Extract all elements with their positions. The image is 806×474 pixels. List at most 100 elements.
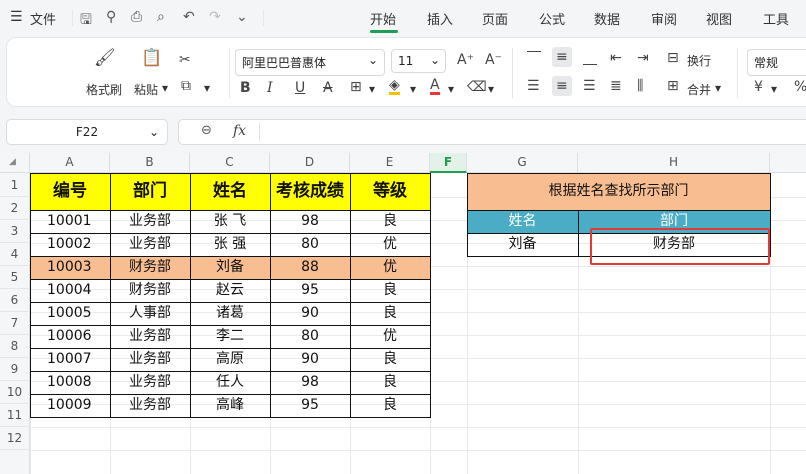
table-cell[interactable]: 良	[350, 210, 430, 233]
table-cell[interactable]: 财务部	[110, 279, 190, 302]
redo-icon[interactable]: ↷	[209, 9, 221, 25]
table-cell[interactable]: 业务部	[110, 348, 190, 371]
table-cell[interactable]: 优	[350, 233, 430, 256]
table-cell[interactable]: 95	[270, 394, 350, 417]
paste-dropdown-icon[interactable]: ▾	[162, 81, 168, 95]
table-cell[interactable]: 88	[270, 256, 350, 279]
wrap-text-icon[interactable]: ⊟	[667, 50, 679, 66]
table-cell[interactable]: 张 强	[190, 233, 270, 256]
align-top-icon[interactable]: ⎺	[527, 50, 541, 66]
column-header-E[interactable]: E	[350, 153, 430, 173]
table-cell[interactable]: 高原	[190, 348, 270, 371]
fill-color-icon[interactable]: ◈	[389, 78, 400, 95]
justify-icon[interactable]: ≣	[610, 78, 622, 94]
clear-dropdown-icon[interactable]: ▾	[488, 82, 494, 96]
table-cell[interactable]: 业务部	[110, 394, 190, 417]
column-header-F[interactable]: F	[430, 153, 467, 173]
table-cell[interactable]: 财务部	[110, 256, 190, 279]
align-left-icon[interactable]: ☰	[527, 78, 540, 94]
number-format-select[interactable]: 常规	[747, 49, 806, 76]
table-cell[interactable]: 优	[350, 256, 430, 279]
row-header-3[interactable]: 3	[0, 220, 30, 243]
border-dropdown-icon[interactable]: ▾	[369, 82, 375, 96]
merge-button[interactable]: 合并	[687, 81, 711, 98]
font-color-dropdown-icon[interactable]: ▾	[448, 82, 454, 96]
italic-icon[interactable]: I	[267, 80, 273, 96]
row-header-12[interactable]: 12	[0, 427, 30, 450]
column-header-B[interactable]: B	[110, 153, 190, 173]
table-cell[interactable]: 业务部	[110, 233, 190, 256]
paste-icon[interactable]: 📋	[141, 48, 162, 68]
table-cell[interactable]: 良	[350, 348, 430, 371]
copy-dropdown-icon[interactable]: ▾	[204, 81, 210, 95]
font-name-select[interactable]: 阿里巴巴普惠体 ⌄	[235, 49, 385, 76]
zoom-icon[interactable]: ⊖	[201, 123, 212, 138]
table-cell[interactable]: 赵云	[190, 279, 270, 302]
name-box[interactable]: F22 ⌄	[6, 119, 168, 145]
tab-data[interactable]: 数据	[594, 9, 620, 28]
quick-access-dropdown-icon[interactable]: ⌄	[236, 9, 248, 25]
table-cell[interactable]: 95	[270, 279, 350, 302]
clear-format-icon[interactable]: ⌫	[467, 79, 487, 95]
row-header-9[interactable]: 9	[0, 358, 30, 381]
wrap-text-button[interactable]: 换行	[687, 52, 711, 69]
undo-icon[interactable]: ↶	[183, 9, 195, 25]
table-cell[interactable]: 90	[270, 302, 350, 325]
border-icon[interactable]: ⊞	[350, 79, 362, 95]
cut-icon[interactable]: ✂	[179, 52, 191, 68]
table-cell[interactable]: 98	[270, 371, 350, 394]
table-cell[interactable]: 李二	[190, 325, 270, 348]
table-cell[interactable]: 高峰	[190, 394, 270, 417]
table-cell[interactable]: 业务部	[110, 210, 190, 233]
column-header-H[interactable]: H	[578, 153, 770, 173]
row-header-4[interactable]: 4	[0, 243, 30, 266]
tab-review[interactable]: 审阅	[651, 9, 677, 28]
table-cell[interactable]: 人事部	[110, 302, 190, 325]
percent-button[interactable]: %	[794, 79, 806, 95]
underline-icon[interactable]: U	[295, 80, 305, 96]
table-cell[interactable]: 10008	[30, 371, 110, 394]
table-cell[interactable]: 10007	[30, 348, 110, 371]
row-header-1[interactable]: 1	[0, 173, 30, 197]
row-header-8[interactable]: 8	[0, 335, 30, 358]
format-painter-button[interactable]: 格式刷	[86, 81, 122, 98]
merge-icon[interactable]: ⊞	[667, 78, 679, 94]
table-cell[interactable]: 诸葛	[190, 302, 270, 325]
spreadsheet-grid[interactable]: ◢ A B C D E F G H 1 2 3 4 5 6 7 8 9 10 11 12 编号 部门 姓名 考核成绩 等级 100…	[0, 153, 806, 474]
table-cell[interactable]: 80	[270, 233, 350, 256]
table-cell[interactable]: 80	[270, 325, 350, 348]
lookup-header-name[interactable]: 姓名	[467, 210, 578, 233]
font-size-select[interactable]: 11 ⌄	[391, 49, 446, 73]
fill-dropdown-icon[interactable]: ▾	[410, 82, 416, 96]
table-cell[interactable]: 10002	[30, 233, 110, 256]
row-header-10[interactable]: 10	[0, 381, 30, 404]
row-header-11[interactable]: 11	[0, 404, 30, 427]
column-header-G[interactable]: G	[467, 153, 578, 173]
strikethrough-icon[interactable]: A	[323, 80, 333, 96]
row-header-5[interactable]: 5	[0, 266, 30, 289]
select-all-corner[interactable]: ◢	[0, 153, 30, 173]
table-cell[interactable]: 良	[350, 394, 430, 417]
share-icon[interactable]: ⚲	[106, 9, 116, 25]
row-header-2[interactable]: 2	[0, 197, 30, 220]
column-header-C[interactable]: C	[190, 153, 270, 173]
menu-file[interactable]: 文件	[30, 9, 56, 28]
save-icon[interactable]: 🖫	[80, 9, 92, 33]
row-header-6[interactable]: 6	[0, 289, 30, 312]
tab-page[interactable]: 页面	[482, 9, 508, 28]
merge-dropdown-icon[interactable]: ▾	[715, 81, 721, 95]
copy-icon[interactable]: ⧉	[181, 78, 191, 94]
formula-input[interactable]: ⊖ fx	[178, 119, 806, 145]
table-header-cell[interactable]: 等级	[350, 173, 430, 210]
table-cell[interactable]: 10001	[30, 210, 110, 233]
tab-insert[interactable]: 插入	[427, 9, 453, 28]
hamburger-icon[interactable]: ☰	[10, 9, 23, 25]
table-header-cell[interactable]: 考核成绩	[270, 173, 350, 210]
table-cell[interactable]: 10009	[30, 394, 110, 417]
tab-view[interactable]: 视图	[706, 9, 732, 28]
print-icon[interactable]: ⎙	[131, 9, 142, 25]
table-cell[interactable]: 10004	[30, 279, 110, 302]
table-cell[interactable]: 98	[270, 210, 350, 233]
table-cell[interactable]: 优	[350, 325, 430, 348]
indent-increase-icon[interactable]: ⇥	[637, 50, 649, 66]
